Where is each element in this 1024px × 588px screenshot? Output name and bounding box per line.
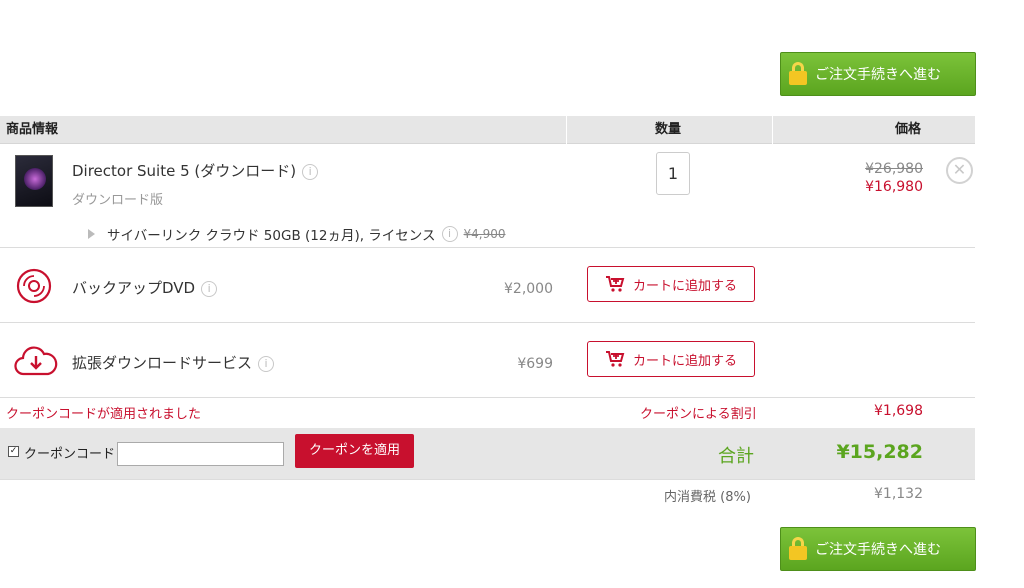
upsell-title-row: 拡張ダウンロードサービス i	[72, 352, 275, 373]
quantity-input[interactable]: 1	[656, 152, 690, 195]
product-thumbnail	[15, 155, 53, 207]
addon-item: サイバーリンク クラウド 50GB (12ヵ月), ライセンス i ¥4,900	[88, 224, 506, 244]
coupon-checkbox[interactable]: ✓	[8, 446, 19, 457]
discount-label: クーポンによる割引	[640, 407, 757, 422]
checkout-button-label: ご注文手続きへ進む	[815, 542, 941, 558]
tax-label: 内消費税 (8%)	[664, 490, 751, 505]
cloud-download-icon	[14, 346, 58, 376]
total-value: ¥15,282	[836, 441, 923, 463]
disc-icon	[16, 268, 52, 304]
upsell-price: ¥2,000	[504, 281, 553, 297]
addon-price-original: ¥4,900	[463, 227, 506, 241]
checkout-button-top[interactable]: ご注文手続きへ進む	[780, 52, 976, 96]
total-label: 合計	[718, 446, 754, 467]
upsell-price: ¥699	[517, 356, 553, 372]
cart-icon	[605, 351, 625, 367]
expand-arrow-icon[interactable]	[88, 229, 95, 239]
lock-icon	[789, 62, 807, 86]
tax-value: ¥1,132	[874, 486, 923, 502]
product-title[interactable]: Director Suite 5 (ダウンロード)	[72, 162, 296, 180]
info-icon[interactable]: i	[258, 355, 275, 372]
remove-item-button[interactable]: ✕	[946, 157, 973, 184]
discount-value: ¥1,698	[874, 403, 923, 419]
info-icon[interactable]: i	[201, 280, 218, 297]
price-sale: ¥16,980	[865, 179, 923, 195]
info-icon[interactable]: i	[302, 163, 319, 180]
product-subtitle: ダウンロード版	[72, 193, 164, 208]
header-quantity: 数量	[655, 122, 682, 137]
upsell-title-row: バックアップDVD i	[72, 277, 218, 298]
cart-table-header: 商品情報 数量 価格	[0, 116, 975, 144]
coupon-label: クーポンコード	[24, 447, 116, 462]
info-icon[interactable]: i	[441, 226, 458, 242]
coupon-code-input[interactable]	[117, 442, 284, 466]
cart-icon	[605, 276, 625, 292]
checkout-button-label: ご注文手続きへ進む	[815, 67, 941, 83]
price-original: ¥26,980	[865, 161, 923, 177]
add-to-cart-button[interactable]: カートに追加する	[587, 341, 755, 377]
add-to-cart-button[interactable]: カートに追加する	[587, 266, 755, 302]
upsell-title: 拡張ダウンロードサービス	[72, 354, 253, 372]
lock-icon	[789, 537, 807, 561]
apply-coupon-button[interactable]: クーポンを適用	[295, 434, 414, 468]
product-title-row: Director Suite 5 (ダウンロード) i	[72, 160, 319, 181]
header-price: 価格	[895, 122, 922, 137]
coupon-applied-message: クーポンコードが適用されました	[6, 407, 202, 422]
add-to-cart-label: カートに追加する	[632, 278, 737, 294]
checkout-button-bottom[interactable]: ご注文手続きへ進む	[780, 527, 976, 571]
addon-label: サイバーリンク クラウド 50GB (12ヵ月), ライセンス	[107, 228, 436, 244]
upsell-title: バックアップDVD	[72, 279, 196, 297]
add-to-cart-label: カートに追加する	[632, 353, 737, 369]
header-product: 商品情報	[6, 122, 59, 137]
